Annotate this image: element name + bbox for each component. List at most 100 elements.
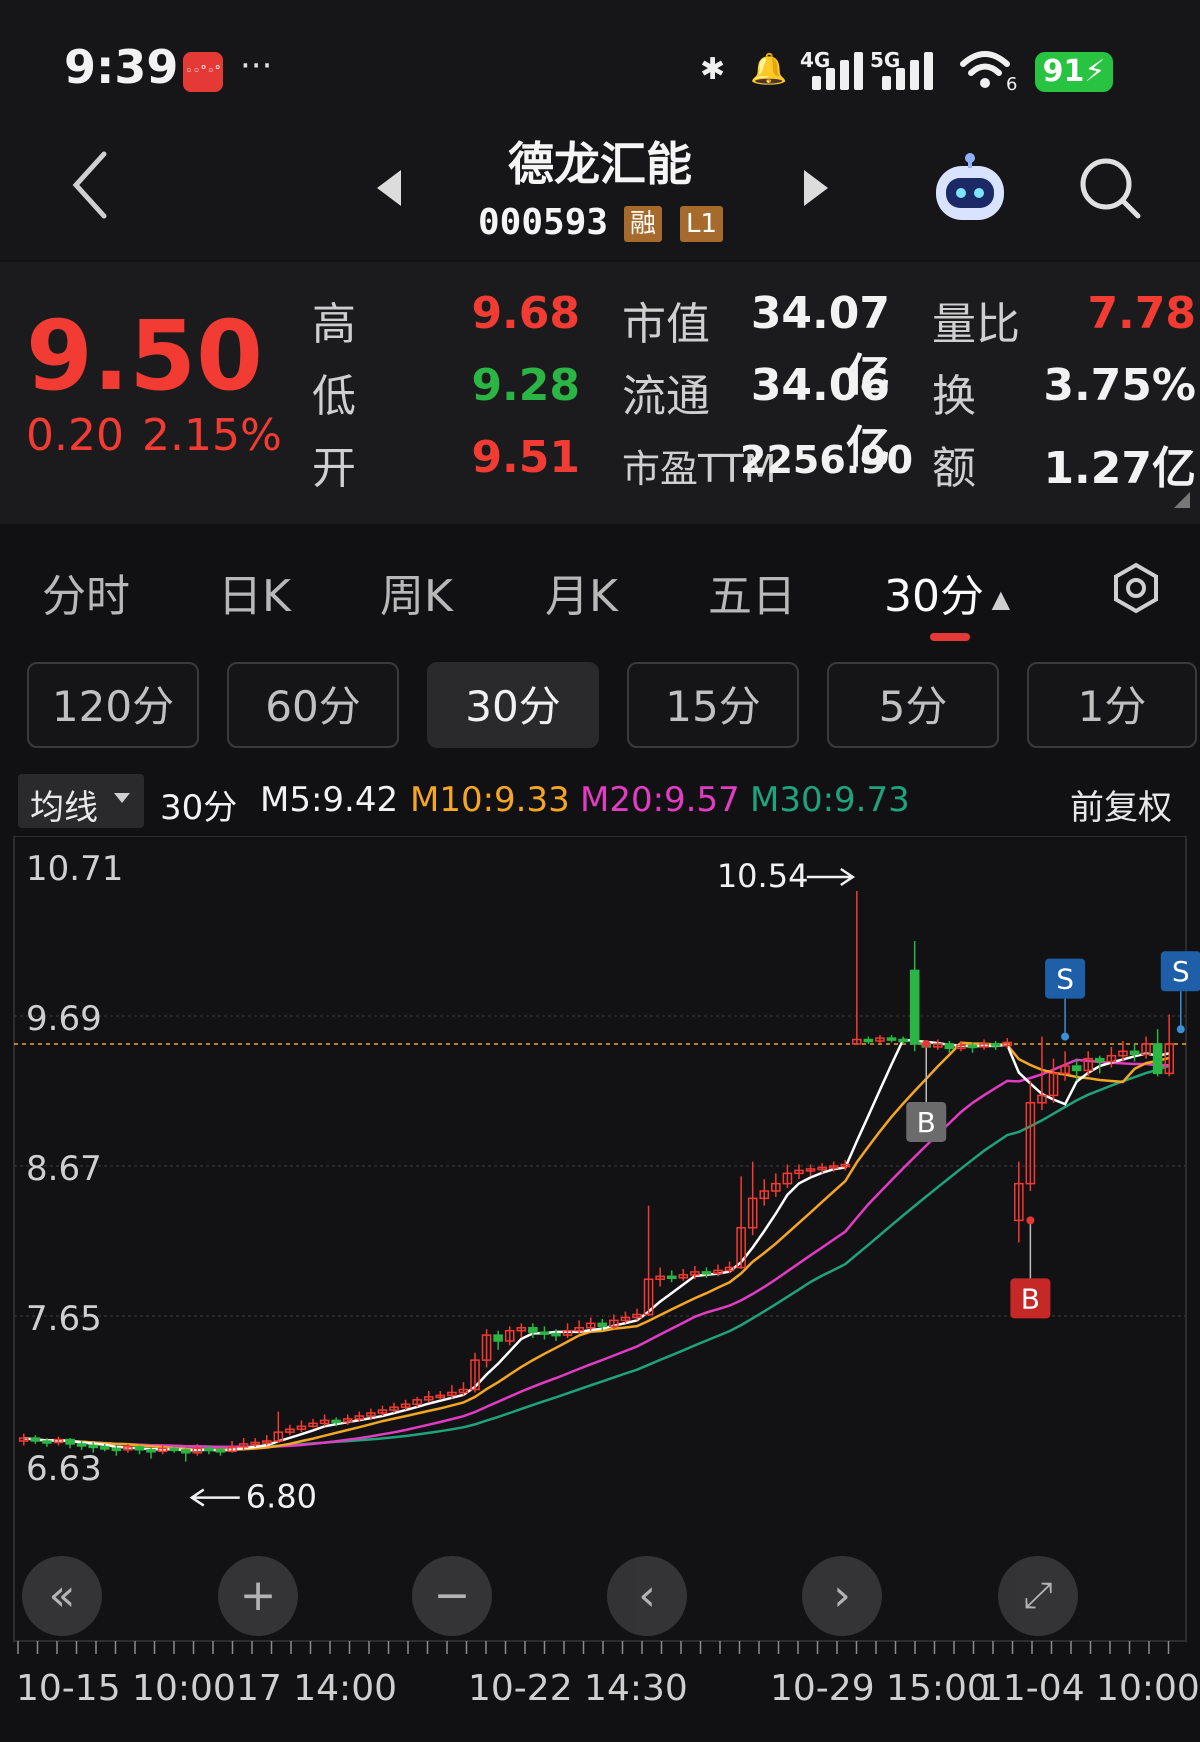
candle-body xyxy=(551,1332,561,1337)
candle-body xyxy=(88,1444,99,1449)
period-1min-button[interactable]: 1分 xyxy=(1027,662,1197,748)
low-label: 低 xyxy=(312,371,356,422)
candle-body xyxy=(886,1037,897,1041)
battery-level: 91 xyxy=(1042,54,1085,89)
app-notification-icon: ◦◦°◦° xyxy=(183,52,223,92)
candle-body xyxy=(898,1038,908,1043)
indicator-period: 30分 xyxy=(160,788,238,828)
y-tick-label: 8.67 xyxy=(26,1149,102,1189)
adjust-mode[interactable]: 前复权 xyxy=(1070,780,1172,829)
period-30min-button[interactable]: 30分 xyxy=(427,662,599,748)
current-price: 9.50 xyxy=(26,300,263,412)
candle-body xyxy=(701,1271,712,1275)
candle-body xyxy=(1094,1057,1105,1063)
price-change: 0.20 xyxy=(26,410,124,461)
battery-icon: 91⚡ xyxy=(1035,52,1113,92)
x-tick-label: 10-22 14:30 xyxy=(468,1668,688,1709)
max-price-label: 10.54 xyxy=(717,857,809,895)
period-60min-button[interactable]: 60分 xyxy=(227,662,399,748)
rewind-icon[interactable]: « xyxy=(22,1556,102,1636)
tab-daily-k[interactable]: 日K xyxy=(218,560,291,624)
zoom-in-icon[interactable]: + xyxy=(218,1556,298,1636)
high-value: 9.68 xyxy=(471,288,580,339)
vol-ratio-label: 量比 xyxy=(932,299,1020,350)
x-tick-label: 10-29 15:00 xyxy=(770,1668,990,1709)
candle-body xyxy=(863,1038,874,1043)
tab-30min[interactable]: 30分 ▲ xyxy=(884,560,1010,624)
tab-monthly-k[interactable]: 月K xyxy=(545,560,618,624)
candle-body xyxy=(76,1443,87,1447)
tab-intraday[interactable]: 分时 xyxy=(42,560,130,624)
ma5-value: M5:9.42 xyxy=(260,780,399,820)
candle-body xyxy=(597,1322,608,1328)
candle-body xyxy=(169,1447,179,1452)
fullscreen-icon[interactable]: ⤢ xyxy=(998,1556,1078,1636)
tab-weekly-k[interactable]: 周K xyxy=(380,560,453,624)
ma20-value: M20:9.57 xyxy=(580,780,740,820)
robot-icon[interactable] xyxy=(930,150,1010,230)
candle-body xyxy=(990,1043,1001,1047)
mktcap-label: 市值 xyxy=(622,299,710,350)
prev-stock-icon[interactable] xyxy=(375,168,405,212)
y-tick-label: 10.71 xyxy=(26,849,123,889)
active-tab-indicator xyxy=(930,633,970,641)
signal-dot xyxy=(922,1039,931,1048)
ma30-value: M30:9.73 xyxy=(750,780,910,820)
back-icon[interactable] xyxy=(70,150,110,224)
candle-body xyxy=(1071,1065,1082,1072)
more-notifications-icon: ··· xyxy=(240,46,273,86)
candle-body xyxy=(1152,1043,1163,1075)
float-label: 流通 xyxy=(622,371,710,422)
turnover-value: 3.75% xyxy=(1043,360,1196,411)
y-tick-label: 7.65 xyxy=(26,1299,102,1339)
x-tick-label: 17 14:00 xyxy=(236,1668,397,1709)
zoom-out-icon[interactable]: − xyxy=(412,1556,492,1636)
signal-icon xyxy=(882,52,933,90)
tab-30min-label: 30分 xyxy=(884,571,984,622)
signal-dot xyxy=(1061,1032,1070,1041)
stock-name: 德龙汇能 xyxy=(508,137,692,191)
low-value: 9.28 xyxy=(471,360,580,411)
min-price-label: 6.80 xyxy=(246,1478,317,1516)
candle-body xyxy=(215,1449,226,1453)
tab-five-day[interactable]: 五日 xyxy=(708,560,796,624)
candle-body xyxy=(944,1043,955,1050)
candle-body xyxy=(666,1275,677,1280)
candle-body xyxy=(134,1446,145,1451)
next-stock-icon[interactable] xyxy=(800,168,830,212)
open-label: 开 xyxy=(312,443,356,494)
settings-icon[interactable] xyxy=(1110,562,1162,618)
period-5min-button[interactable]: 5分 xyxy=(827,662,999,748)
signal-icon xyxy=(812,52,863,90)
candle-body xyxy=(146,1449,156,1453)
signal-label: S xyxy=(1172,955,1190,988)
caret-up-icon: ▲ xyxy=(984,585,1011,613)
kline-chart[interactable]: 10.71 9.69 8.67 7.65 6.63 10.54 6.80 B B S S xyxy=(0,836,1200,1656)
y-tick-label: 9.69 xyxy=(26,999,102,1039)
clock: 9:39 xyxy=(64,40,179,94)
wifi-icon xyxy=(960,48,1010,96)
wifi-level-label: 6 xyxy=(1006,74,1018,95)
expand-corner-icon[interactable] xyxy=(1172,490,1192,514)
candle-body xyxy=(180,1449,191,1454)
period-120min-button[interactable]: 120分 xyxy=(27,662,199,748)
amount-label: 额 xyxy=(932,443,976,494)
bluetooth-icon: ✱ xyxy=(700,52,726,87)
open-value: 9.51 xyxy=(471,432,580,483)
candle-body xyxy=(909,969,920,1045)
scroll-left-icon[interactable]: ‹ xyxy=(607,1556,687,1636)
signal-label: B xyxy=(917,1106,936,1139)
stock-code: 000593 xyxy=(478,202,609,243)
candle-body xyxy=(65,1438,75,1445)
dropdown-arrow-icon xyxy=(112,790,132,809)
candle-body xyxy=(331,1419,341,1424)
scroll-right-icon[interactable]: › xyxy=(802,1556,882,1636)
signal-label: S xyxy=(1056,963,1074,996)
amount-value: 1.27亿 xyxy=(1043,443,1196,494)
search-icon[interactable] xyxy=(1078,156,1144,226)
candle-body xyxy=(30,1437,41,1442)
period-15min-button[interactable]: 15分 xyxy=(627,662,799,748)
vol-ratio-value: 7.78 xyxy=(1087,288,1196,339)
candle-body xyxy=(528,1327,538,1333)
signal-dot xyxy=(1176,1025,1185,1034)
